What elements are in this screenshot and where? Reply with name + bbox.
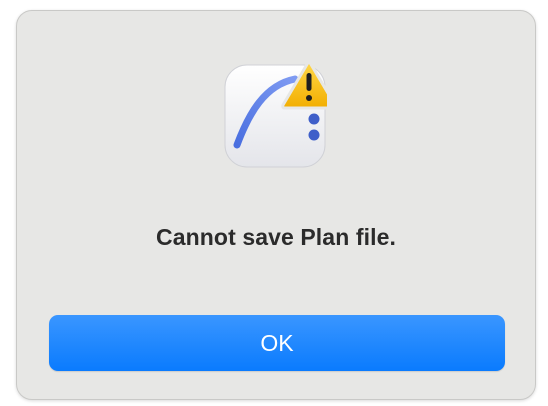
plan-app-icon (224, 59, 327, 168)
ok-button[interactable]: OK (49, 315, 505, 371)
alert-message: Cannot save Plan file. (156, 224, 396, 250)
alert-dialog: Cannot save Plan file. OK (16, 10, 536, 400)
